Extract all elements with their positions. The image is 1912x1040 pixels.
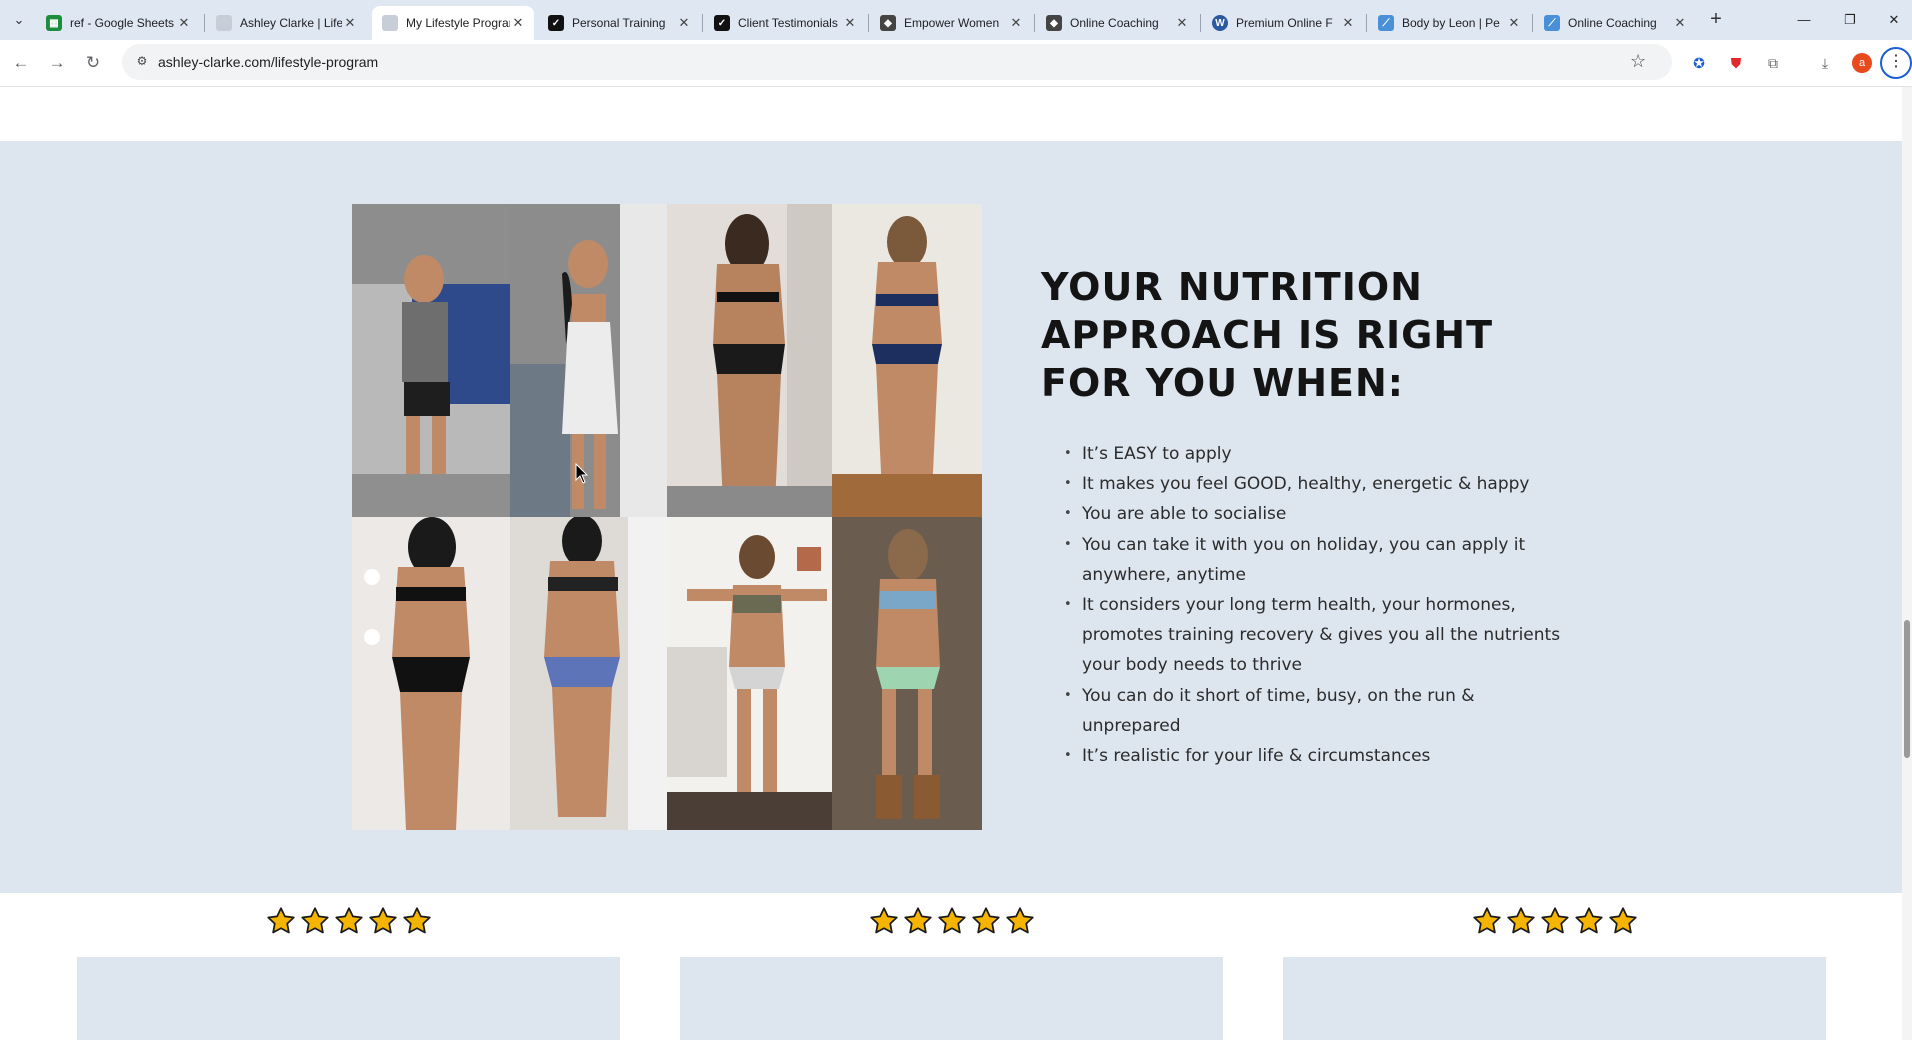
tab-strip: ⌄ ▦ ref - Google Sheets ✕ Ashley Clarke … (0, 0, 1912, 40)
blank-page-icon (382, 15, 398, 31)
testimonial-card (77, 957, 620, 1040)
photo-front-view-2 (832, 517, 982, 830)
blank-page-icon (216, 15, 232, 31)
list-item: It’s EASY to apply (1064, 439, 1564, 469)
tab-empower-women[interactable]: ◆ Empower Women ✕ (870, 6, 1032, 40)
tab-premium-online[interactable]: W Premium Online F ✕ (1202, 6, 1364, 40)
star-icon (368, 907, 397, 934)
browser-menu-icon[interactable]: ⋮ (1880, 47, 1912, 79)
photo-front-view-1 (667, 517, 832, 830)
page-content: YOUR NUTRITION APPROACH IS RIGHT FOR YOU… (0, 87, 1902, 1040)
checkmark-logo-icon: ✓ (714, 15, 730, 31)
new-tab-icon[interactable]: + (1704, 8, 1728, 32)
close-tab-icon[interactable]: ✕ (1174, 15, 1190, 31)
minimize-icon[interactable]: — (1782, 6, 1826, 34)
star-icon (1506, 907, 1535, 934)
bookmark-star-icon[interactable]: ☆ (1630, 51, 1660, 81)
download-icon[interactable]: ⤓ (1814, 52, 1836, 74)
close-window-icon[interactable]: ✕ (1872, 6, 1912, 34)
reload-icon[interactable]: ↻ (80, 50, 106, 76)
section-heading: YOUR NUTRITION APPROACH IS RIGHT FOR YOU… (1041, 265, 1494, 405)
tab-google-sheets[interactable]: ▦ ref - Google Sheets ✕ (36, 6, 200, 40)
close-tab-icon[interactable]: ✕ (1672, 15, 1688, 31)
scrollbar-thumb[interactable] (1904, 620, 1910, 758)
benefits-list: It’s EASY to apply It makes you feel GOO… (1064, 439, 1564, 771)
star-icon (1574, 907, 1603, 934)
sheets-icon: ▦ (46, 15, 62, 31)
profile-avatar[interactable]: a (1852, 53, 1872, 73)
star-icon (1540, 907, 1569, 934)
list-item: You are able to socialise (1064, 499, 1564, 529)
photo-pilot-outfit (352, 204, 510, 517)
list-item: It makes you feel GOOD, healthy, energet… (1064, 469, 1564, 499)
close-tab-icon[interactable]: ✕ (176, 15, 192, 31)
checkmark-logo-icon: ✓ (548, 15, 564, 31)
star-icon (1472, 907, 1501, 934)
mouse-cursor-icon (575, 463, 589, 484)
tab-search-icon[interactable]: ⌄ (8, 9, 30, 31)
tab-ashley-clarke[interactable]: Ashley Clarke | Lifestyle ✕ (206, 6, 366, 40)
back-icon[interactable]: ← (8, 50, 34, 76)
close-tab-icon[interactable]: ✕ (1506, 15, 1522, 31)
testimonial-card (680, 957, 1223, 1040)
star-icon (869, 907, 898, 934)
tab-personal-training[interactable]: ✓ Personal Training ✕ (538, 6, 700, 40)
list-item: You can take it with you on holiday, you… (1064, 530, 1564, 590)
site-info-icon[interactable]: ⚙ (134, 54, 150, 70)
feather-icon: ⟋ (1378, 15, 1394, 31)
cube-icon: ◆ (880, 15, 896, 31)
browser-toolbar: ← → ↻ ⚙ ashley-clarke.com/lifestyle-prog… (0, 40, 1912, 87)
wordpress-icon: W (1212, 15, 1228, 31)
star-icon (402, 907, 431, 934)
tab-online-coaching-2[interactable]: ⟋ Online Coaching ✕ (1534, 6, 1696, 40)
close-tab-icon[interactable]: ✕ (342, 15, 358, 31)
star-icon (300, 907, 329, 934)
photo-back-view-4 (510, 517, 667, 830)
star-icon (334, 907, 363, 934)
extension-globe-icon[interactable]: ✪ (1688, 52, 1710, 74)
transformation-photo-collage (352, 204, 982, 830)
close-tab-icon[interactable]: ✕ (1340, 15, 1356, 31)
list-item: It considers your long term health, your… (1064, 590, 1564, 681)
url-text[interactable]: ashley-clarke.com/lifestyle-program (158, 54, 378, 70)
restore-icon[interactable]: ❐ (1828, 6, 1872, 34)
close-tab-icon[interactable]: ✕ (1008, 15, 1024, 31)
close-tab-icon[interactable]: ✕ (842, 15, 858, 31)
photo-back-view-3 (352, 517, 510, 830)
extension-shield-icon[interactable]: ⛊ (1725, 52, 1747, 74)
star-icon (1608, 907, 1637, 934)
address-bar[interactable]: ⚙ ashley-clarke.com/lifestyle-program ☆ (122, 44, 1672, 80)
photo-back-view-1 (667, 204, 832, 517)
close-tab-icon[interactable]: ✕ (510, 15, 526, 31)
photo-back-view-2 (832, 204, 982, 517)
extensions-puzzle-icon[interactable]: ⧉ (1762, 52, 1784, 74)
list-item: You can do it short of time, busy, on th… (1064, 681, 1564, 741)
tab-client-testimonials[interactable]: ✓ Client Testimonials ✕ (704, 6, 866, 40)
forward-icon[interactable]: → (44, 50, 70, 76)
star-icon (971, 907, 1000, 934)
star-rating (77, 906, 620, 940)
tab-my-lifestyle-program[interactable]: My Lifestyle Program ✕ (372, 6, 534, 40)
tab-body-by-leon[interactable]: ⟋ Body by Leon | Pe ✕ (1368, 6, 1530, 40)
feather-icon: ⟋ (1544, 15, 1560, 31)
close-tab-icon[interactable]: ✕ (676, 15, 692, 31)
star-icon (937, 907, 966, 934)
scrollbar-track[interactable] (1902, 87, 1912, 1040)
star-rating (680, 906, 1223, 940)
star-icon (903, 907, 932, 934)
list-item: It’s realistic for your life & circumsta… (1064, 741, 1564, 771)
star-rating (1283, 906, 1826, 940)
testimonial-card (1283, 957, 1826, 1040)
cube-icon: ◆ (1046, 15, 1062, 31)
tab-online-coaching[interactable]: ◆ Online Coaching ✕ (1036, 6, 1198, 40)
star-icon (1005, 907, 1034, 934)
star-icon (266, 907, 295, 934)
